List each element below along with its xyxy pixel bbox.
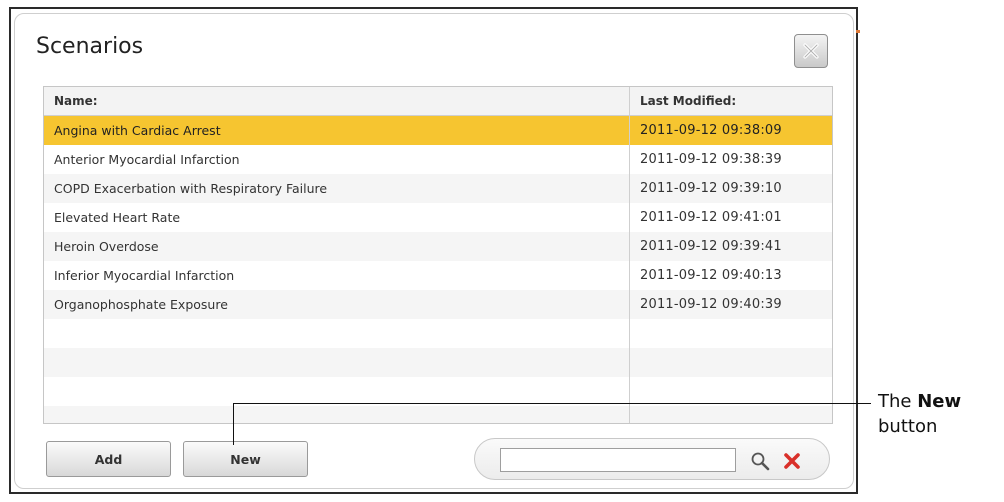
row-name: Heroin Overdose [54,239,159,254]
row-modified: 2011-09-12 09:41:01 [640,210,782,225]
table-row[interactable]: Inferior Myocardial Infarction 2011-09-1… [44,261,832,290]
table-row[interactable]: Organophosphate Exposure 2011-09-12 09:4… [44,290,832,319]
row-modified: 2011-09-12 09:40:13 [640,268,782,283]
accent-mark [856,30,860,33]
row-name: Angina with Cardiac Arrest [54,123,221,138]
empty-row [44,319,832,348]
new-button[interactable]: New [183,441,308,477]
callout-leader-drop [233,403,234,445]
search-input[interactable] [500,448,736,472]
dialog-title: Scenarios [36,34,144,59]
empty-row [44,406,832,423]
row-name: Inferior Myocardial Infarction [54,268,235,283]
search-icon[interactable] [749,450,771,472]
table-row[interactable]: COPD Exacerbation with Respiratory Failu… [44,174,832,203]
add-button[interactable]: Add [46,441,171,477]
column-header-name[interactable]: Name: [54,87,98,115]
table-row[interactable]: Angina with Cardiac Arrest 2011-09-12 09… [44,116,832,145]
table-row[interactable]: Anterior Myocardial Infarction 2011-09-1… [44,145,832,174]
callout-prefix: The [878,391,912,412]
table-row[interactable]: Elevated Heart Rate 2011-09-12 09:41:01 [44,203,832,232]
scenarios-table: Name: Last Modified: Angina with Cardiac… [43,86,833,424]
clear-icon[interactable] [781,450,803,472]
row-modified: 2011-09-12 09:39:41 [640,239,782,254]
row-name: Organophosphate Exposure [54,297,228,312]
row-modified: 2011-09-12 09:40:39 [640,297,782,312]
row-modified: 2011-09-12 09:38:39 [640,152,782,167]
row-name: Anterior Myocardial Infarction [54,152,240,167]
row-modified: 2011-09-12 09:38:09 [640,123,782,138]
close-button[interactable] [794,34,828,68]
row-name: Elevated Heart Rate [54,210,181,225]
close-icon [803,43,819,59]
row-modified: 2011-09-12 09:39:10 [640,181,782,196]
column-divider [629,87,630,423]
search-box [474,438,830,480]
callout-bold: New [917,391,962,412]
row-name: COPD Exacerbation with Respiratory Failu… [54,181,328,196]
empty-row [44,348,832,377]
callout-text: The New button [878,389,961,439]
table-row[interactable]: Heroin Overdose 2011-09-12 09:39:41 [44,232,832,261]
empty-row [44,377,832,406]
callout-suffix: button [878,416,938,437]
callout-leader-line [233,403,871,404]
column-header-last-modified[interactable]: Last Modified: [640,87,736,115]
table-header: Name: Last Modified: [44,87,832,116]
